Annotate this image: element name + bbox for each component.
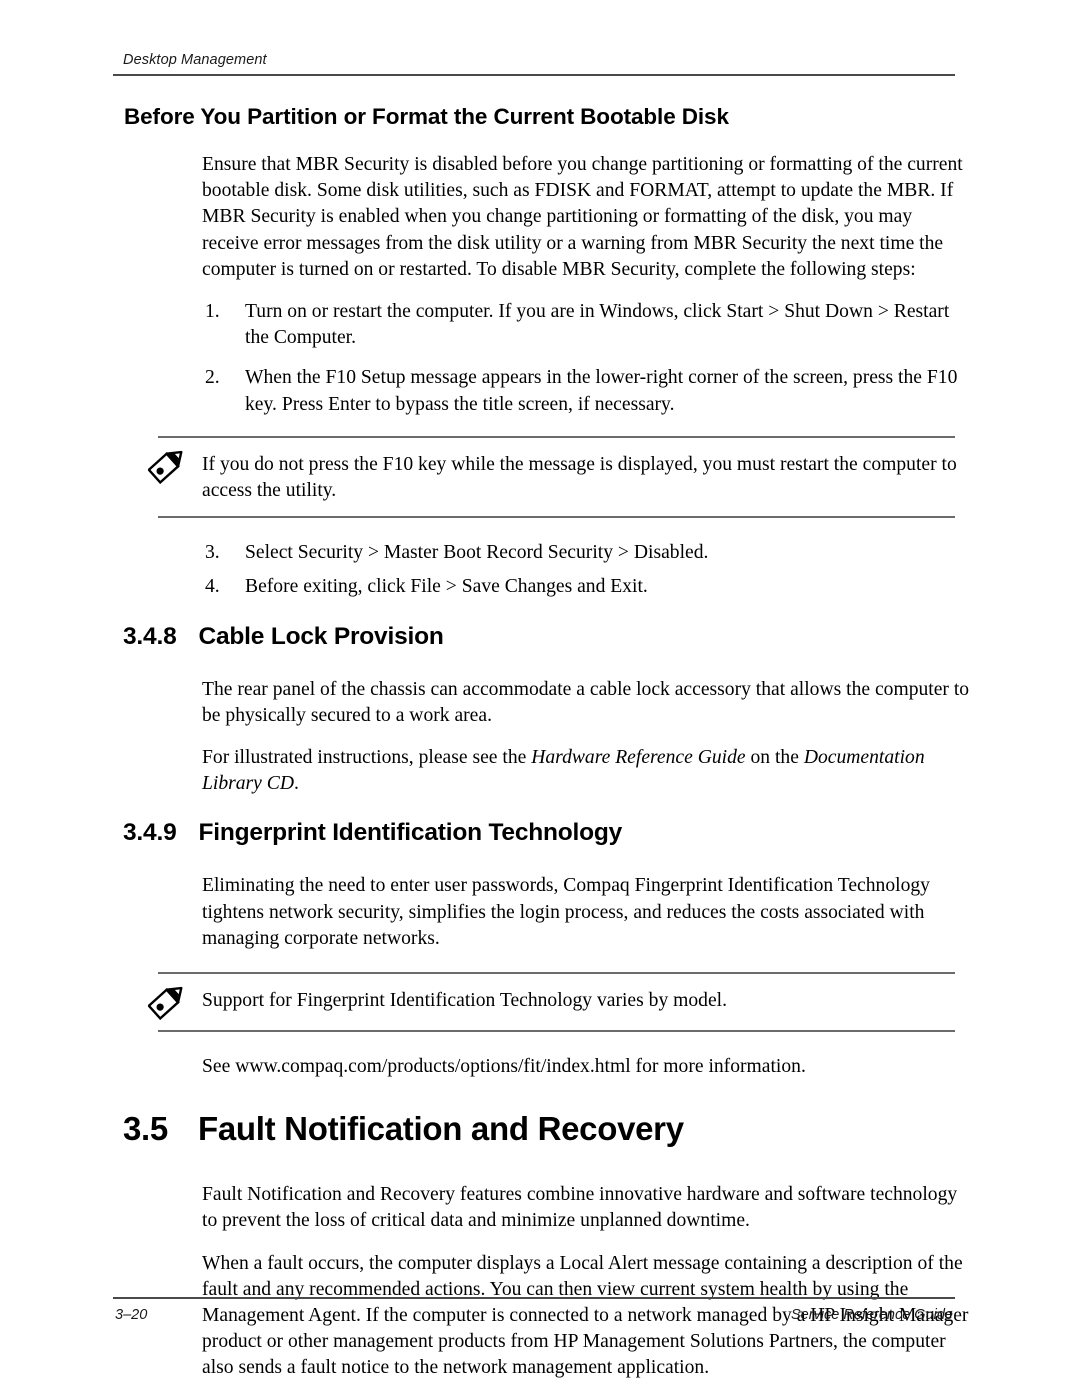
paragraph-fingerprint-1: Eliminating the need to enter user passw… [202,875,930,949]
section-number: 3.4.8 [123,622,177,650]
guide-title: Service Reference Guide [791,1307,953,1323]
list-item: 3. Select Security > Master Boot Record … [0,540,1080,566]
note-bottom-divider [158,516,955,519]
pencil-icon [147,446,194,490]
heading-before-you-partition: Before You Partition or Format the Curre… [124,104,729,129]
list-item: 1. Turn on or restart the computer. If y… [0,299,1080,351]
page-number: 3–20 [115,1307,148,1323]
list-item: 2. When the F10 Setup message appears in… [0,365,1080,417]
heading-fault-notification-and-recovery: 3.5 Fault Notification and Recovery [0,1110,1080,1148]
page-header: Desktop Management [113,52,955,76]
document-page: Desktop Management Before You Partition … [0,0,1080,1397]
paragraph-fault-1: Fault Notification and Recovery features… [202,1184,958,1232]
hardware-reference-guide-title: Hardware Reference Guide [531,747,746,769]
list-item-text: Before exiting, click File > Save Change… [245,576,648,598]
list-item-text: Select Security > Master Boot Record Sec… [245,542,709,564]
running-header-title: Desktop Management [123,52,267,68]
list-marker: 3. [205,542,220,564]
heading-cable-lock-provision: 3.4.8 Cable Lock Provision [0,623,1080,651]
text-before-guide: For illustrated instructions, please see… [202,747,532,769]
page-footer: 3–20 Service Reference Guide [113,1297,955,1323]
steps-list-part1: 1. Turn on or restart the computer. If y… [0,299,1080,418]
section-title: Fingerprint Identification Technology [198,819,623,847]
note-bottom-divider [158,1030,955,1033]
section-title: Fault Notification and Recovery [197,1110,684,1148]
list-marker: 2. [205,367,220,389]
note-text: If you do not press the F10 key while th… [202,453,957,502]
note-block-fingerprint: Support for Fingerprint Identification T… [0,972,1080,1033]
paragraph-cable-lock-2: For illustrated instructions, please see… [0,745,1080,797]
heading-fingerprint-identification: 3.4.9 Fingerprint Identification Technolo… [0,819,1080,847]
list-marker: 4. [205,576,220,598]
section-number: 3.4.9 [123,819,177,847]
text-middle: on the [745,747,804,769]
paragraph-fingerprint-url: See www.compaq.com/products/options/fit/… [202,1056,806,1078]
note-text: Support for Fingerprint Identification T… [202,990,728,1012]
list-item: 4. Before exiting, click File > Save Cha… [0,574,1080,600]
header-divider [113,74,955,76]
pencil-icon [147,982,194,1026]
note-block-f10: If you do not press the F10 key while th… [0,435,1080,519]
list-item-text: Turn on or restart the computer. If you … [245,301,950,349]
section-title: Cable Lock Provision [198,622,444,650]
paragraph-cable-lock-1: The rear panel of the chassis can accomm… [202,678,970,726]
list-marker: 1. [205,301,220,323]
paragraph-mbr-intro: Ensure that MBR Security is disabled bef… [202,154,963,280]
list-item-text: When the F10 Setup message appears in th… [245,367,958,415]
steps-list-part2: 3. Select Security > Master Boot Record … [0,540,1080,600]
section-number: 3.5 [123,1110,168,1148]
page-content: Before You Partition or Format the Curre… [0,104,1080,1382]
text-after: . [294,773,299,795]
